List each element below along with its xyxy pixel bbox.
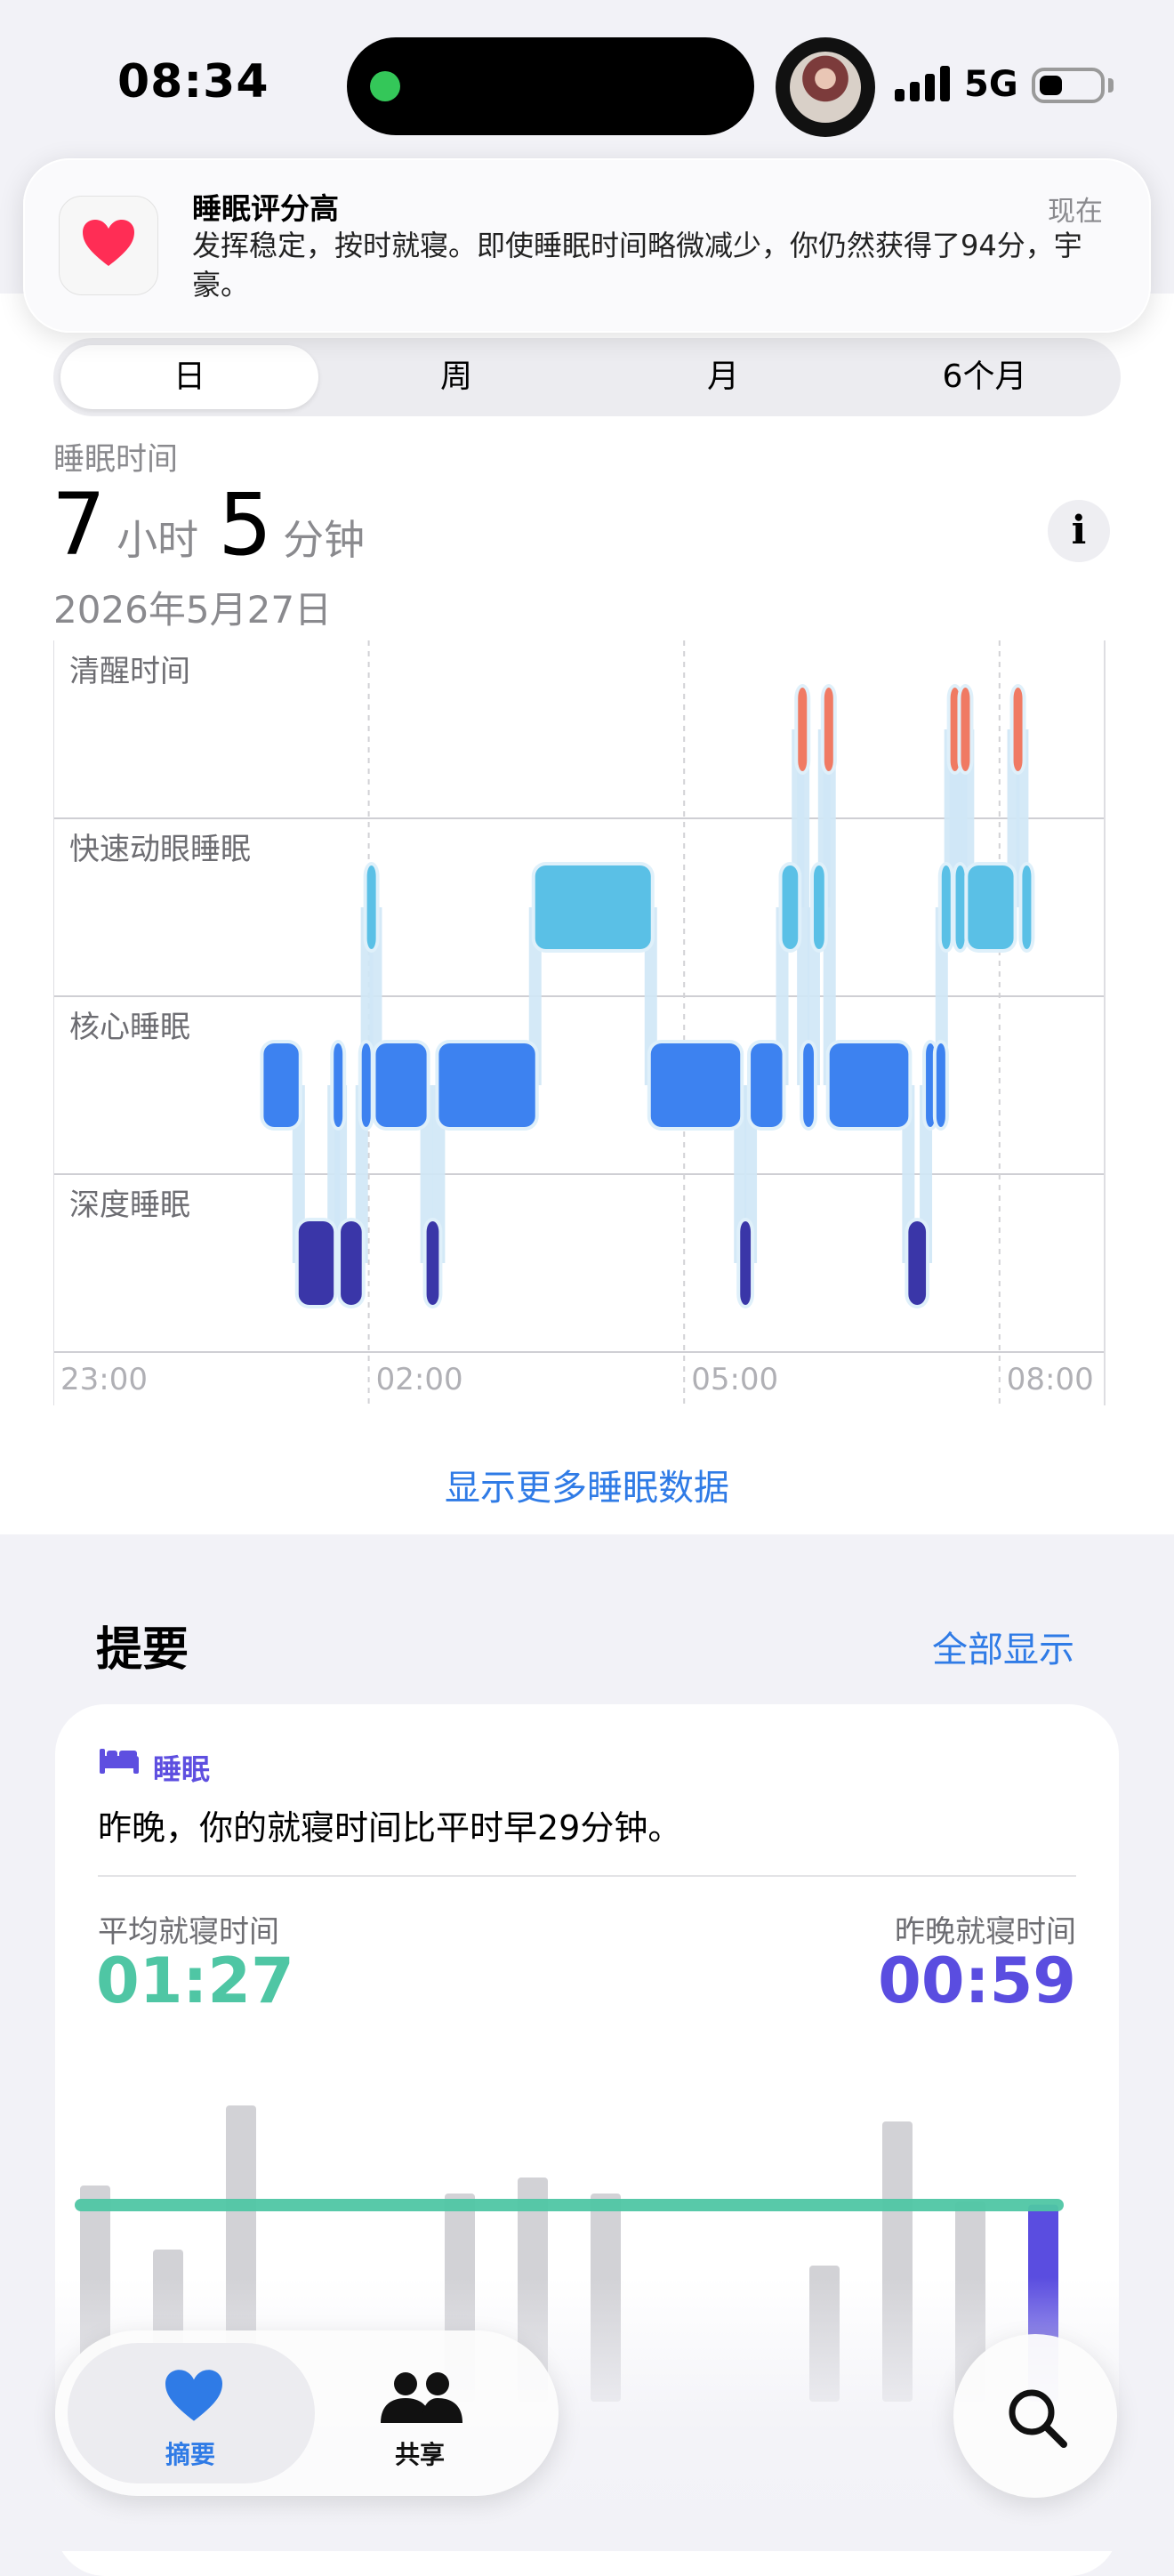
- heart-icon: [83, 220, 134, 266]
- stage-bar-rem: [813, 865, 824, 949]
- stage-bar-rem: [535, 865, 651, 949]
- stage-bar-core: [751, 1043, 783, 1127]
- stage-bar-awake: [798, 688, 808, 771]
- hours-unit: 小时: [117, 516, 199, 564]
- tab-week[interactable]: 周: [327, 345, 585, 409]
- tab-month[interactable]: 月: [594, 345, 852, 409]
- x-tick-label: 23:00: [60, 1362, 148, 1397]
- summary-title: 提要: [96, 1623, 189, 1677]
- stage-bar-deep: [740, 1221, 752, 1305]
- sleep-time-label: 睡眠时间: [53, 442, 179, 478]
- stage-bar-core: [650, 1043, 741, 1127]
- stage-bar-core: [375, 1043, 427, 1127]
- tab-day[interactable]: 日: [60, 345, 318, 409]
- stage-bar-deep: [426, 1221, 439, 1305]
- health-app-icon: [59, 196, 158, 295]
- notification-banner[interactable]: 睡眠评分高 现在 发挥稳定，按时就寝。即使睡眠时间略微减少，你仍然获得了94分，…: [23, 158, 1151, 333]
- stage-bar-core: [936, 1043, 945, 1127]
- stage-bar-deep: [341, 1221, 362, 1305]
- sleep-stages-chart[interactable]: 清醒时间快速动眼睡眠核心睡眠深度睡眠 23:00 02:00 05:00 08:00: [53, 640, 1121, 1405]
- search-button[interactable]: [953, 2334, 1117, 2498]
- stage-label: 清醒时间: [69, 654, 190, 689]
- tab-summary-label: 摘要: [165, 2440, 216, 2469]
- status-time: 08:34: [117, 55, 269, 109]
- x-tick-label: 08:00: [1007, 1362, 1094, 1397]
- stage-label: 快速动眼睡眠: [69, 832, 251, 867]
- stage-bar-awake: [961, 688, 970, 771]
- avatar[interactable]: [776, 37, 875, 137]
- notification-body: 发挥稳定，按时就寝。即使睡眠时间略微减少，你仍然获得了94分，宇豪。: [192, 229, 1082, 302]
- stage-bar-core: [438, 1043, 535, 1127]
- hours-value: 7: [52, 475, 107, 575]
- stage-bar-awake: [1013, 688, 1023, 771]
- notification-time: 现在: [1048, 196, 1103, 228]
- camera-indicator-icon: [370, 71, 400, 101]
- show-more-sleep-data-link[interactable]: 显示更多睡眠数据: [0, 1459, 1174, 1510]
- stage-bar-core: [263, 1043, 299, 1127]
- stage-bar-awake: [824, 688, 833, 771]
- stage-bar-rem: [941, 865, 951, 949]
- x-tick-label: 02:00: [376, 1362, 463, 1397]
- battery-icon: [1032, 68, 1105, 103]
- stage-bar-core: [829, 1043, 909, 1127]
- network-type: 5G: [964, 64, 1018, 105]
- minutes-value: 5: [218, 475, 273, 575]
- stage-bar-core: [361, 1043, 371, 1127]
- sleep-duration: 7 小时 5 分钟: [52, 475, 384, 575]
- stage-bar-core: [334, 1043, 343, 1127]
- minutes-unit: 分钟: [283, 516, 366, 564]
- avatar-photo: [790, 52, 861, 123]
- people-icon[interactable]: [379, 2370, 464, 2425]
- signal-icon: [895, 66, 952, 101]
- heart-icon: [165, 2370, 222, 2421]
- period-segmented-control: 日 周 月 6个月: [53, 338, 1121, 416]
- battery-tip: [1108, 78, 1114, 93]
- stage-label: 核心睡眠: [69, 1010, 190, 1045]
- search-icon: [1009, 2389, 1067, 2448]
- stage-bar-core: [803, 1043, 814, 1127]
- stage-bar-rem: [968, 865, 1014, 949]
- dynamic-island: [347, 37, 754, 135]
- stage-bar-rem: [955, 865, 965, 949]
- tab-6-months[interactable]: 6个月: [856, 345, 1114, 409]
- stage-bar-rem: [1022, 865, 1032, 949]
- stage-bar-deep: [298, 1221, 334, 1305]
- stage-bar-deep: [908, 1221, 927, 1305]
- info-button[interactable]: i: [1048, 500, 1110, 562]
- stage-bar-rem: [366, 865, 376, 949]
- sleep-date: 2026年5月27日: [53, 588, 333, 632]
- stage-label: 深度睡眠: [69, 1187, 190, 1223]
- average-line: [75, 2199, 1064, 2211]
- tab-sharing-label: 共享: [395, 2440, 446, 2469]
- show-all-link[interactable]: 全部显示: [932, 1621, 1074, 1672]
- tab-bar: 摘要 共享: [55, 2330, 559, 2496]
- notification-title: 睡眠评分高: [192, 191, 339, 226]
- x-tick-label: 05:00: [691, 1362, 778, 1397]
- stage-bar-rem: [782, 865, 799, 949]
